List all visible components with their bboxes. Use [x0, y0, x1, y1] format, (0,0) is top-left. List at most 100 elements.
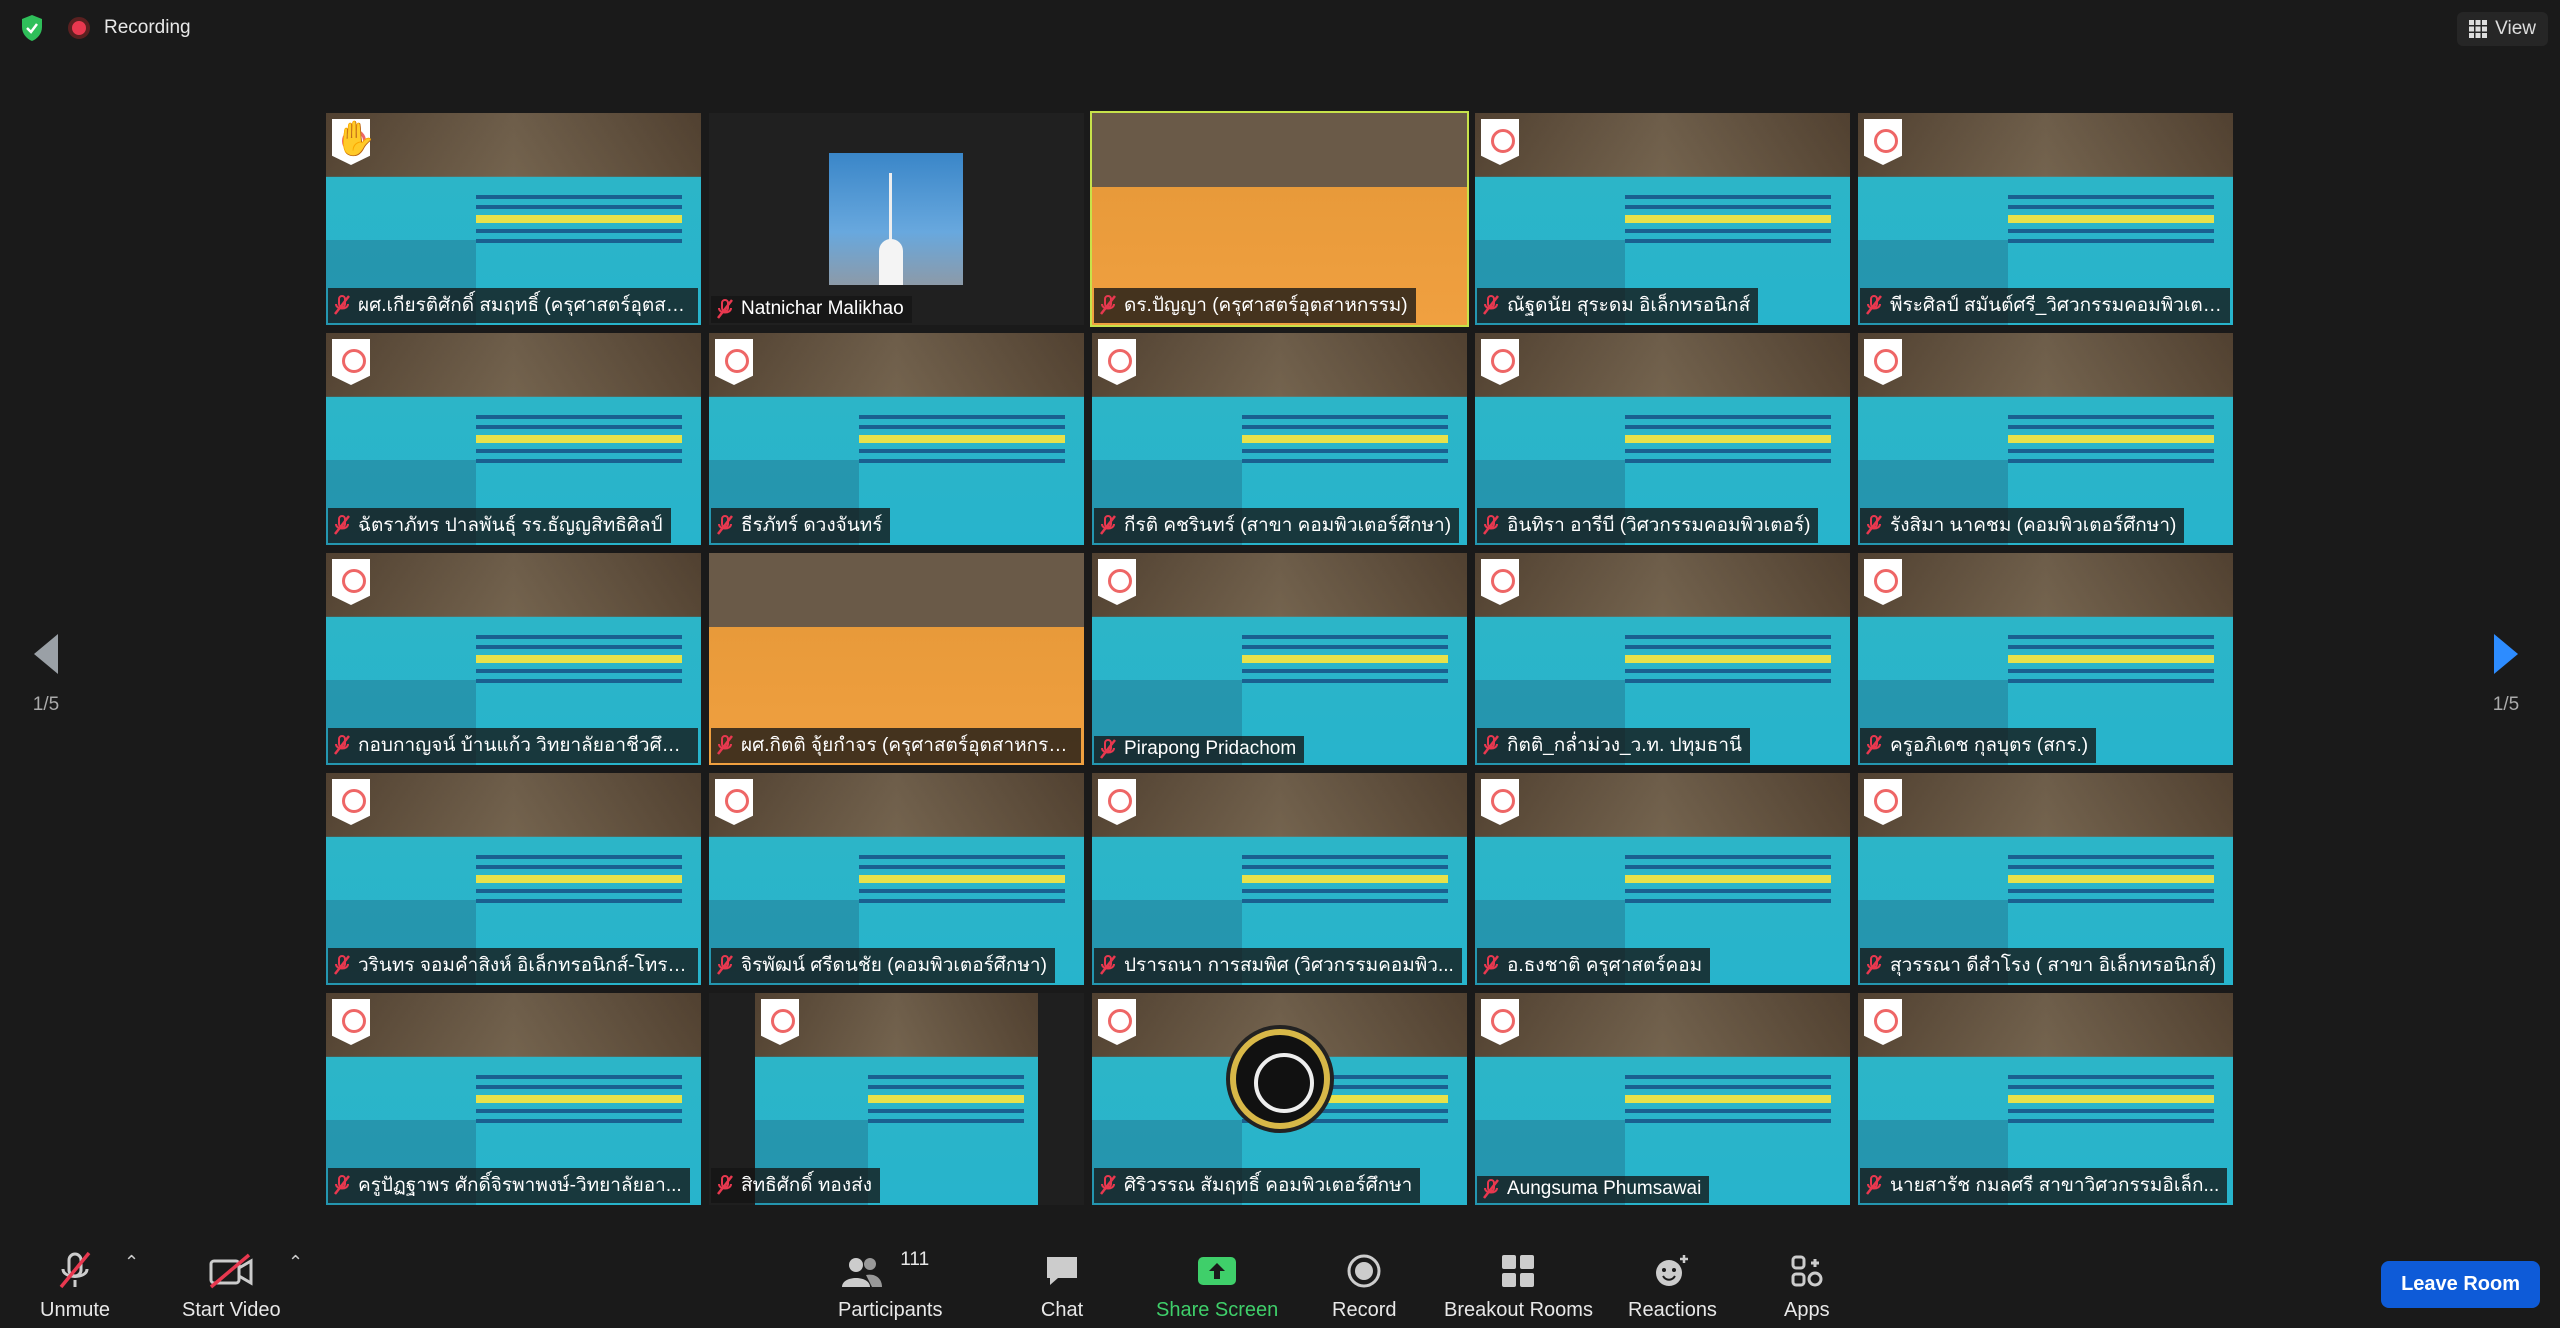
muted-mic-icon — [334, 735, 350, 755]
muted-mic-icon — [1866, 735, 1882, 755]
participant-name-label: ดร.ปัญญา (ครุศาสตร์อุตสาหกรรม) — [1094, 288, 1416, 323]
participant-name-label: จิรพัฒน์ ศรีดนชัย (คอมพิวเตอร์ศึกษา) — [711, 948, 1055, 983]
apps-label: Apps — [1784, 1299, 1830, 1321]
security-shield-icon[interactable] — [18, 12, 46, 44]
share-screen-button[interactable]: Share Screen — [1156, 1251, 1278, 1322]
participant-video-tile[interactable]: ฉัตราภัทร ปาลพันธุ์ รร.ธัญญสิทธิศิลป์ — [326, 333, 701, 545]
virtual-background-logo — [1098, 339, 1136, 385]
participant-video-tile[interactable]: ดร.ปัญญา (ครุศาสตร์อุตสาหกรรม) — [1090, 111, 1469, 327]
participant-video-tile[interactable]: Aungsuma Phumsawai — [1475, 993, 1850, 1205]
video-options-chevron-up-icon[interactable]: ⌃ — [288, 1252, 303, 1273]
participant-name-label: ครูปัฏฐาพร ศักดิ์จิรพาพงษ์-วิทยาลัยอา... — [328, 1168, 690, 1203]
record-icon — [1342, 1251, 1386, 1291]
apps-button[interactable]: Apps — [1784, 1251, 1830, 1322]
record-label: Record — [1332, 1299, 1397, 1321]
virtual-background-logo — [715, 339, 753, 385]
participant-video-tile[interactable]: Natnichar Malikhao — [709, 113, 1084, 325]
top-status-bar: Recording — [18, 12, 191, 44]
participant-name-label: กีรติ คชรินทร์ (สาขา คอมพิวเตอร์ศึกษา) — [1094, 508, 1460, 543]
virtual-background-logo — [1481, 779, 1519, 825]
participant-video-tile[interactable]: อ.ธงชาติ ครุศาสตร์คอม — [1475, 773, 1850, 985]
muted-mic-icon — [1100, 955, 1116, 975]
arrow-right-icon[interactable] — [2490, 630, 2522, 678]
participant-video-tile[interactable]: ครูปัฏฐาพร ศักดิ์จิรพาพงษ์-วิทยาลัยอา... — [326, 993, 701, 1205]
muted-mic-icon — [334, 515, 350, 535]
muted-mic-icon — [1100, 295, 1116, 315]
participant-video-tile[interactable]: ศิริวรรณ สัมฤทธิ์ คอมพิวเตอร์ศึกษา — [1092, 993, 1467, 1205]
participant-video-tile[interactable]: รังสิมา นาคชม (คอมพิวเตอร์ศึกษา) — [1858, 333, 2233, 545]
leave-room-button[interactable]: Leave Room — [2381, 1261, 2540, 1308]
meeting-toolbar: Unmute ⌃ Start Video ⌃ 111 Participants … — [0, 1232, 2560, 1328]
participant-video-tile[interactable]: ปรารถนา การสมพิศ (วิศวกรรมคอมพิว... — [1092, 773, 1467, 985]
breakout-rooms-button[interactable]: Breakout Rooms — [1444, 1251, 1593, 1322]
virtual-background-logo — [1864, 559, 1902, 605]
previous-page-nav[interactable]: 1/5 — [30, 630, 62, 716]
reactions-button[interactable]: Reactions — [1628, 1251, 1717, 1322]
muted-mic-icon — [717, 955, 733, 975]
participant-video-tile[interactable]: ผศ.กิตติ จุ้ยกำจร (ครุศาสตร์อุตสาหกรรม) — [709, 553, 1084, 765]
participant-name-label: กิตติ_กล่ำม่วง_ว.ท. ปทุมธานี — [1477, 728, 1750, 763]
participant-name: Aungsuma Phumsawai — [1507, 1178, 1702, 1199]
muted-mic-icon — [334, 295, 350, 315]
participant-video-tile[interactable]: สุวรรณา ดีสำโรง ( สาขา อิเล็กทรอนิกส์) — [1858, 773, 2233, 985]
muted-mic-icon — [717, 299, 733, 319]
recording-label: Recording — [104, 17, 191, 38]
start-video-button[interactable]: Start Video — [182, 1251, 281, 1322]
muted-mic-icon — [1483, 955, 1499, 975]
participant-video-tile[interactable]: กีรติ คชรินทร์ (สาขา คอมพิวเตอร์ศึกษา) — [1092, 333, 1467, 545]
virtual-background-logo — [332, 559, 370, 605]
participant-name-label: Natnichar Malikhao — [711, 296, 912, 323]
virtual-background-logo — [332, 779, 370, 825]
participants-label: Participants — [838, 1299, 943, 1321]
muted-mic-icon — [1100, 739, 1116, 759]
participant-name-label: นายสารัช กมลศรี สาขาวิศวกรรมอิเล็ก... — [1860, 1168, 2228, 1203]
zoom-meeting-window: Recording View 1/5 1/5 ✋ ผศ.เกียรติศักดิ์… — [0, 0, 2560, 1328]
participant-name-label: อินทิรา อารีบี (วิศวกรรมคอมพิวเตอร์) — [1477, 508, 1819, 543]
participant-video-tile[interactable]: พีระศิลป์ สมันต์ศรี_วิศวกรรมคอมพิวเตอร์ — [1858, 113, 2233, 325]
unmute-button[interactable]: Unmute — [40, 1251, 110, 1322]
participant-video-tile[interactable]: ครูอภิเดช กุลบุตร (สกร.) — [1858, 553, 2233, 765]
muted-mic-icon — [1483, 515, 1499, 535]
virtual-background-logo — [1098, 559, 1136, 605]
participant-video-tile[interactable]: สิทธิศักดิ์ ทองส่ง — [709, 993, 1084, 1205]
participants-button[interactable]: 111 Participants — [838, 1249, 943, 1322]
view-button[interactable]: View — [2457, 12, 2548, 46]
participant-video-tile[interactable]: จิรพัฒน์ ศรีดนชัย (คอมพิวเตอร์ศึกษา) — [709, 773, 1084, 985]
participant-name: ผศ.เกียรติศักดิ์ สมฤทธิ์ (ครุศาสตร์อุตสา… — [358, 295, 690, 316]
video-off-icon — [209, 1251, 253, 1291]
recording-indicator[interactable]: Recording — [68, 17, 191, 39]
participant-video-tile[interactable]: อินทิรา อารีบี (วิศวกรรมคอมพิวเตอร์) — [1475, 333, 1850, 545]
reactions-label: Reactions — [1628, 1299, 1717, 1321]
participant-name-label: ศิริวรรณ สัมฤทธิ์ คอมพิวเตอร์ศึกษา — [1094, 1168, 1421, 1203]
video-feed — [1475, 993, 1850, 1205]
virtual-background-logo — [1481, 559, 1519, 605]
virtual-background-logo — [332, 999, 370, 1045]
next-page-nav[interactable]: 1/5 — [2490, 630, 2522, 716]
arrow-left-icon[interactable] — [30, 630, 62, 678]
participant-video-tile[interactable]: ธีรภัทร์ ดวงจันทร์ — [709, 333, 1084, 545]
video-gallery: ✋ ผศ.เกียรติศักดิ์ สมฤทธิ์ (ครุศาสตร์อุตส… — [326, 111, 2236, 1205]
audio-options-chevron-up-icon[interactable]: ⌃ — [124, 1252, 139, 1273]
virtual-background-logo — [1481, 119, 1519, 165]
chat-button[interactable]: Chat — [1040, 1251, 1084, 1322]
muted-mic-icon — [1100, 515, 1116, 535]
participant-video-tile[interactable]: วรินทร จอมคำสิงห์ อิเล็กทรอนิกส์-โทรค... — [326, 773, 701, 985]
participant-name: ครูอภิเดช กุลบุตร (สกร.) — [1890, 735, 2089, 756]
participant-name-label: ธีรภัทร์ ดวงจันทร์ — [711, 508, 891, 543]
participant-video-tile[interactable]: ณัฐดนัย สุระดม อิเล็กทรอนิกส์ — [1475, 113, 1850, 325]
virtual-background-logo — [332, 339, 370, 385]
page-indicator-right: 1/5 — [2492, 694, 2520, 715]
participant-video-tile[interactable]: นายสารัช กมลศรี สาขาวิศวกรรมอิเล็ก... — [1858, 993, 2233, 1205]
participant-name: ฉัตราภัทร ปาลพันธุ์ รร.ธัญญสิทธิศิลป์ — [358, 515, 663, 536]
participant-video-tile[interactable]: กอบกาญจน์ บ้านแก้ว วิทยาลัยอาชีวศึกษ... — [326, 553, 701, 765]
participant-name: ณัฐดนัย สุระดม อิเล็กทรอนิกส์ — [1507, 295, 1751, 316]
participant-video-tile[interactable]: Pirapong Pridachom — [1092, 553, 1467, 765]
participant-video-tile[interactable]: กิตติ_กล่ำม่วง_ว.ท. ปทุมธานี — [1475, 553, 1850, 765]
grid-view-icon — [2469, 20, 2488, 38]
participant-name-label: อ.ธงชาติ ครุศาสตร์คอม — [1477, 948, 1711, 983]
virtual-background-logo — [1864, 779, 1902, 825]
participant-video-tile[interactable]: ✋ ผศ.เกียรติศักดิ์ สมฤทธิ์ (ครุศาสตร์อุตส… — [326, 113, 701, 325]
apps-icon — [1785, 1251, 1829, 1291]
participant-name-label: ครูอภิเดช กุลบุตร (สกร.) — [1860, 728, 2097, 763]
record-button[interactable]: Record — [1332, 1251, 1396, 1322]
